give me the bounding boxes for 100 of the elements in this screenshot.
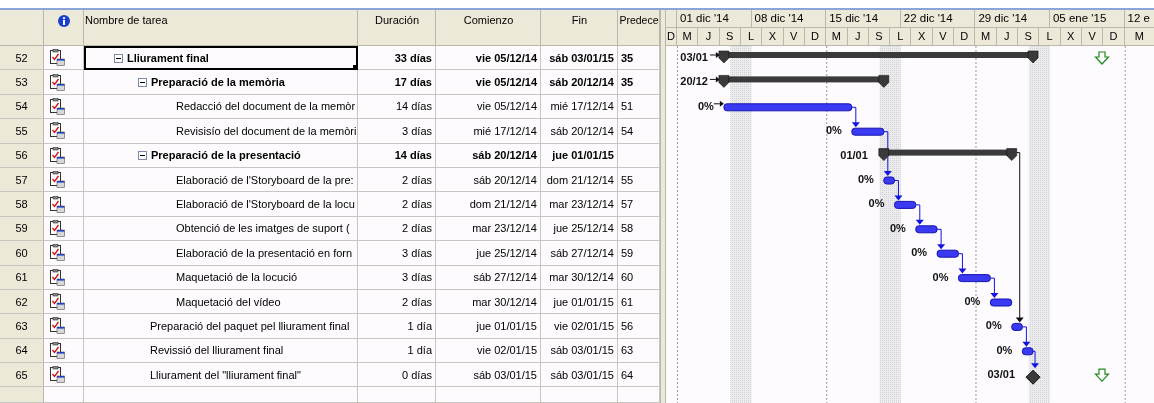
task-name: Revisisío del document de la memòri [176,124,357,137]
link-arrow [989,277,999,298]
name-cell[interactable]: Lliurament del "lliurament final" [84,363,358,388]
row-number[interactable]: 54 [0,94,44,120]
task-name: Preparació de la presentació [151,149,301,162]
clipboard-icon [50,73,65,91]
link-arrow [957,253,967,274]
table-cell: jue 25/12/14 [541,216,618,242]
day-label: V [932,28,955,45]
name-cell[interactable]: Preparació de la presentació [84,143,358,168]
name-cell[interactable]: Lliurament final [84,46,358,71]
table-cell: jue 01/01/15 [541,143,618,168]
row-number[interactable]: 52 [0,46,44,71]
table-cell: 2 días [358,216,436,242]
name-cell[interactable]: Revissió del lliurament final [84,338,358,364]
day-label: X [911,28,933,45]
link-arrow [1031,350,1040,369]
table-cell: mié 17/12/14 [436,119,541,144]
table-cell: dom 21/12/14 [541,167,618,193]
name-cell[interactable]: Maquetació de la locució [84,265,358,290]
task-name: Revissió del lliurament final [150,344,284,357]
row-number[interactable]: 53 [0,70,44,95]
week-label: 29 dic '14 [975,10,1050,27]
table-cell: sáb 20/12/14 [541,70,618,95]
table-cell: jue 25/12/14 [436,241,541,266]
day-label: M [1133,29,1145,44]
task-name: Elaboració de la presentació en forn [176,246,353,259]
task-name: Obtenció de les imatges de suport ( [176,222,350,235]
table-cell: sáb 03/01/15 [541,338,618,364]
table-cell: sáb 27/12/14 [541,241,618,266]
row-number[interactable]: 57 [0,167,44,193]
row-number[interactable]: 55 [0,119,44,144]
day-label: X [1060,28,1082,45]
table-cell: mié 17/12/14 [541,94,618,120]
collapse-icon[interactable] [138,150,147,160]
link-arrow [709,52,720,58]
task-bar [893,200,917,209]
task-name: Maquetació del vídeo [176,295,281,308]
table-cell: 1 día [358,338,436,364]
table-cell: sáb 27/12/14 [436,265,541,290]
table-cell: vie 05/12/14 [436,94,541,120]
table-cell: jue 01/01/15 [436,314,541,339]
link-arrow [883,131,892,176]
day-label: V [1081,28,1104,45]
column-header[interactable]: Nombre de tarea [84,10,358,46]
collapse-icon[interactable] [138,77,147,87]
table-cell: sáb 20/12/14 [436,167,541,193]
task-bar [1021,347,1034,356]
column-header[interactable]: Fin [541,10,618,46]
column-header[interactable]: Duración [358,10,436,46]
row-number[interactable]: 61 [0,265,44,290]
week-label: 08 dic '14 [751,10,827,27]
name-cell[interactable]: Preparació del paquet pel lliurament final [84,314,358,339]
row-number[interactable]: 65 [0,363,44,388]
name-cell[interactable]: Elaboració de l'Storyboard de la pre: [84,167,358,193]
table-cell: 2 días [358,192,436,217]
column-header[interactable]: Comienzo [436,10,541,46]
name-cell[interactable]: Redacció del document de la memòr [84,94,358,120]
task-name: Elaboració de l'Storyboard de la pre: [176,173,354,186]
row-number[interactable]: 59 [0,216,44,242]
name-cell[interactable]: Preparació de la memòria [84,70,358,95]
table-cell: mar 23/12/14 [541,192,618,217]
task-bar [989,298,1013,307]
clipboard-icon [50,195,65,213]
table-cell: 0 días [358,363,436,388]
clipboard-icon [50,219,65,237]
name-cell[interactable]: Revisisío del document de la memòri [84,119,358,144]
row-number[interactable]: 60 [0,241,44,266]
name-cell[interactable]: Maquetació del vídeo [84,289,358,315]
collapse-icon[interactable] [114,53,123,63]
row-number[interactable]: 63 [0,314,44,339]
table-cell: vie 02/01/15 [541,314,618,339]
table-cell: sáb 03/01/15 [541,363,618,388]
clipboard-icon [50,49,65,67]
bar-label: 03/01 [987,368,1016,381]
row-number[interactable]: 62 [0,289,44,315]
row-number[interactable]: 56 [0,143,44,168]
row-header [0,387,44,403]
column-header[interactable]: Predece [618,10,660,46]
row-number[interactable]: 64 [0,338,44,364]
bar-label: 0% [889,221,906,234]
table-cell: vie 05/12/14 [436,70,541,95]
day-label: M [677,28,699,45]
clipboard-icon [50,293,65,311]
name-cell[interactable]: Obtenció de les imatges de suport ( [84,216,358,242]
bar-label: 0% [857,173,874,185]
clipboard-icon [50,317,65,335]
info-icon [57,15,70,27]
name-cell[interactable]: Elaboració de l'Storyboard de la locu [84,192,358,217]
bar-label: 0% [698,99,714,112]
table-cell: 3 días [358,119,436,144]
name-cell[interactable]: Elaboració de la presentació en forn [84,241,358,266]
table-cell: dom 21/12/14 [436,192,541,217]
link-arrow [851,106,860,128]
task-name: Lliurament del "lliurament final" [150,368,301,381]
task-name: Elaboració de l'Storyboard de la locu [176,198,355,211]
bar-label: 0% [964,295,981,307]
table-cell: 17 días [358,70,436,95]
bar-label: 0% [996,343,1013,356]
row-number[interactable]: 58 [0,192,44,217]
